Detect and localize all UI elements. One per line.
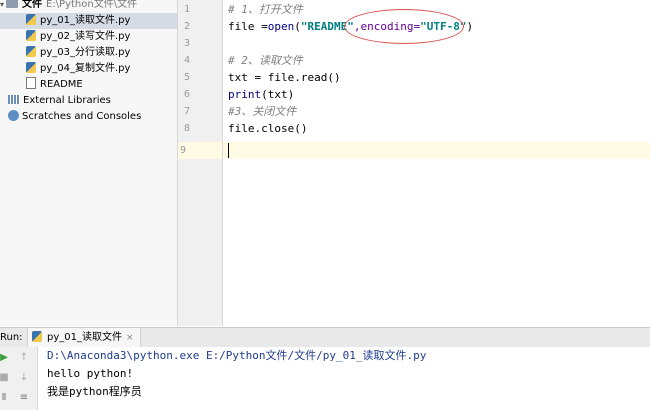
line-number: 3: [183, 38, 190, 49]
ide-window: ▾ 文件 E:\Python文件\文件 py_01_读取文件.py py_02_读写…: [0, 0, 650, 410]
folder-icon: [6, 0, 18, 8]
file-label: py_02_读写文件.py: [40, 31, 131, 42]
code-token: (: [294, 20, 301, 33]
tree-scratches[interactable]: Scratches and Consoles: [8, 109, 141, 125]
stop-icon[interactable]: ■: [0, 371, 11, 385]
python-file-icon: [26, 61, 36, 73]
line-number: 2: [183, 21, 190, 32]
line-number: 5: [183, 72, 190, 83]
code-token: (txt): [261, 88, 295, 101]
run-tab[interactable]: py_01_读取文件 ×: [27, 328, 141, 347]
run-tab-label: py_01_读取文件: [47, 332, 122, 343]
tree-file-py02[interactable]: py_02_读写文件.py: [26, 29, 130, 45]
code-line-8: file.close(): [228, 122, 308, 135]
python-file-icon: [26, 45, 36, 57]
run-console[interactable]: D:\Anaconda3\python.exe E:/Python文件/文件/p…: [38, 347, 650, 410]
run-tool-window-header: Run: py_01_读取文件 ×: [0, 327, 650, 348]
python-file-icon: [32, 330, 42, 342]
line-number: 8: [183, 123, 190, 134]
current-line-highlight: [223, 142, 650, 159]
project-panel: ▾ 文件 E:\Python文件\文件 py_01_读取文件.py py_02_读写…: [0, 0, 178, 326]
scratches-label: Scratches and Consoles: [22, 111, 142, 122]
tree-file-py01[interactable]: py_01_读取文件.py: [0, 13, 177, 29]
text-file-icon: [26, 77, 36, 89]
annotation-ellipse: [344, 9, 464, 44]
tree-file-py03[interactable]: py_03_分行读取.py: [26, 45, 130, 61]
file-label: py_03_分行读取.py: [40, 47, 131, 58]
line-number-current: 9: [178, 142, 222, 159]
tree-file-readme[interactable]: README: [26, 77, 83, 93]
code-line-5: txt = file.read(): [228, 71, 341, 84]
down-arrow-icon[interactable]: ↓: [17, 371, 31, 385]
python-file-icon: [26, 29, 36, 41]
tree-file-py04[interactable]: py_04_复制文件.py: [26, 61, 130, 77]
soft-wrap-icon[interactable]: ≡: [17, 391, 31, 405]
file-label: py_01_读取文件.py: [40, 15, 131, 26]
file-label: py_04_复制文件.py: [40, 63, 131, 74]
code-token: file =: [228, 20, 268, 33]
line-number: 6: [183, 89, 190, 100]
console-line-output: hello python!: [47, 367, 134, 380]
code-token: ): [466, 20, 474, 33]
code-line-7: #3、关闭文件: [228, 105, 297, 118]
library-icon: [8, 94, 20, 104]
code-line-4: # 2、读取文件: [228, 54, 303, 67]
console-line-command: D:\Anaconda3\python.exe E:/Python文件/文件/p…: [47, 349, 427, 362]
text-caret: [228, 143, 229, 158]
scratches-icon: [8, 109, 19, 121]
tree-root-folder[interactable]: ▾ 文件 E:\Python文件\文件: [0, 0, 137, 13]
close-icon[interactable]: ×: [126, 333, 134, 343]
rerun-icon[interactable]: ▶: [0, 351, 11, 365]
root-folder-path: E:\Python文件\文件: [46, 0, 138, 10]
root-folder-label: 文件: [22, 0, 42, 10]
pause-icon[interactable]: Ⅱ: [0, 391, 11, 405]
code-line-6: print(txt): [228, 86, 294, 103]
code-line-1: # 1、打开文件: [228, 3, 303, 16]
run-label: Run:: [0, 332, 23, 343]
up-arrow-icon[interactable]: ↑: [17, 351, 31, 365]
python-file-icon: [26, 13, 36, 25]
code-editor[interactable]: # 1、打开文件 file =open("README",encoding="U…: [223, 0, 650, 326]
console-line-output: 我是python程序员: [47, 385, 142, 398]
tree-external-libraries[interactable]: External Libraries: [8, 93, 111, 109]
code-token: open: [267, 20, 295, 33]
line-number: 1: [183, 4, 190, 15]
line-number-gutter: 1 2 3 4 5 6 7 8 9: [178, 0, 223, 326]
code-token: print: [228, 88, 262, 101]
external-libraries-label: External Libraries: [23, 95, 111, 106]
line-number: 7: [183, 106, 190, 117]
run-toolbar: ▶ ↑ ■ ↓ Ⅱ ≡: [0, 347, 38, 410]
line-number: 4: [183, 55, 190, 66]
file-label: README: [40, 79, 83, 90]
